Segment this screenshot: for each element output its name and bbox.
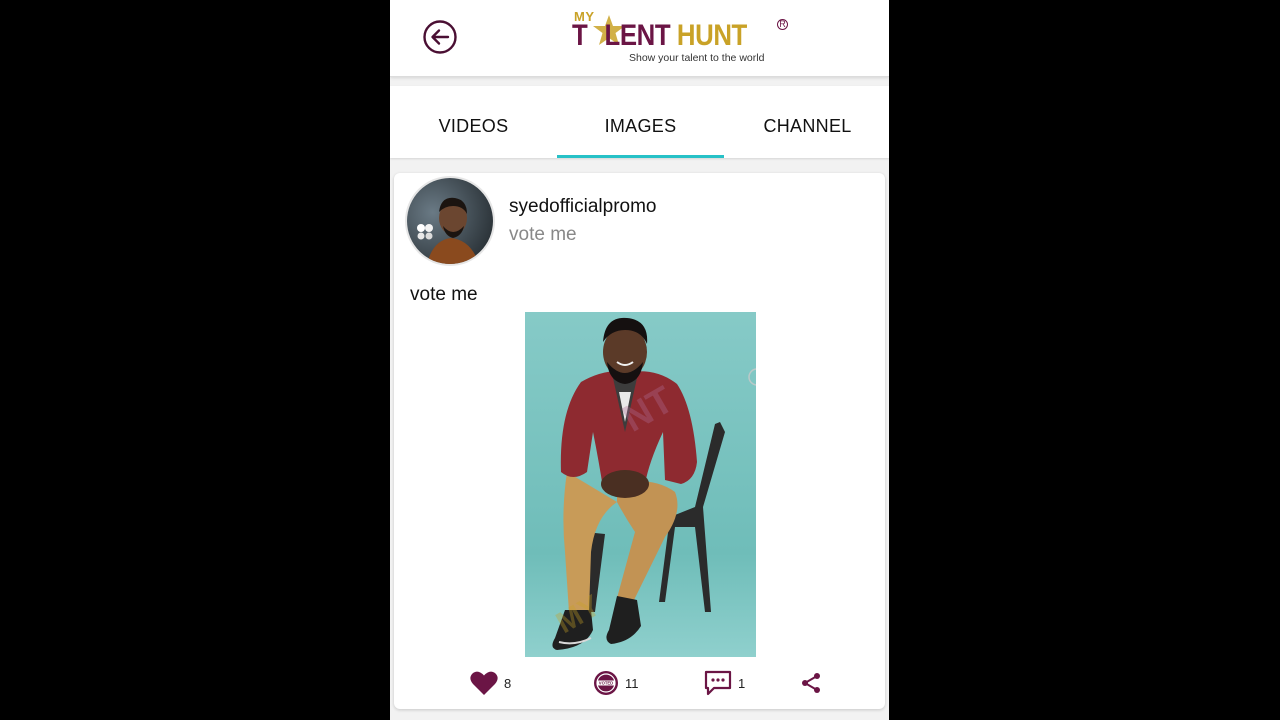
logo-wordmark-t: T xyxy=(572,19,588,52)
avatar[interactable] xyxy=(407,178,493,264)
comment-button[interactable]: 1 xyxy=(704,663,745,703)
post-card: syedofficialpromo vote me vote me MY NT … xyxy=(394,173,885,709)
comment-count: 1 xyxy=(738,675,746,691)
post-subtitle: vote me xyxy=(509,224,577,245)
share-icon xyxy=(802,673,820,693)
back-arrow-icon xyxy=(423,20,457,54)
registered-mark-icon: R xyxy=(777,19,788,30)
post-photo: MY NT xyxy=(525,312,756,657)
logo-wordmark-lent: LENT xyxy=(604,19,677,52)
tab-images[interactable]: IMAGES xyxy=(557,86,724,158)
heart-icon xyxy=(470,671,498,695)
content-tabs: VIDEOS IMAGES CHANNEL xyxy=(390,86,889,158)
vote-badge-text: VOTED xyxy=(599,681,613,686)
avatar-photo xyxy=(407,178,493,264)
voted-badge-icon: VOTED xyxy=(594,671,618,695)
tab-videos[interactable]: VIDEOS xyxy=(390,86,557,158)
post-username[interactable]: syedofficialpromo xyxy=(509,196,657,218)
app-logo: MY T LENT HUNT R Show your talent to the … xyxy=(572,7,792,67)
comment-icon xyxy=(704,670,732,696)
logo-wordmark: T LENT HUNT xyxy=(572,19,747,53)
share-button[interactable] xyxy=(800,663,822,703)
post-image[interactable]: MY NT xyxy=(525,312,756,657)
vote-count: 11 xyxy=(625,675,639,691)
post-actions: 8 VOTED 11 1 xyxy=(394,663,885,703)
like-count: 8 xyxy=(504,675,512,691)
vote-button[interactable]: VOTED 11 xyxy=(593,663,639,703)
logo-tagline: Show your talent to the world xyxy=(629,52,765,64)
back-button[interactable] xyxy=(422,19,458,55)
top-bar: MY T LENT HUNT R Show your talent to the … xyxy=(390,0,889,77)
app-screen: MY T LENT HUNT R Show your talent to the … xyxy=(390,0,889,720)
tab-channel[interactable]: CHANNEL xyxy=(724,86,889,158)
post-caption: vote me xyxy=(410,284,478,305)
logo-wordmark-hunt: HUNT xyxy=(676,19,747,52)
like-button[interactable]: 8 xyxy=(470,663,511,703)
